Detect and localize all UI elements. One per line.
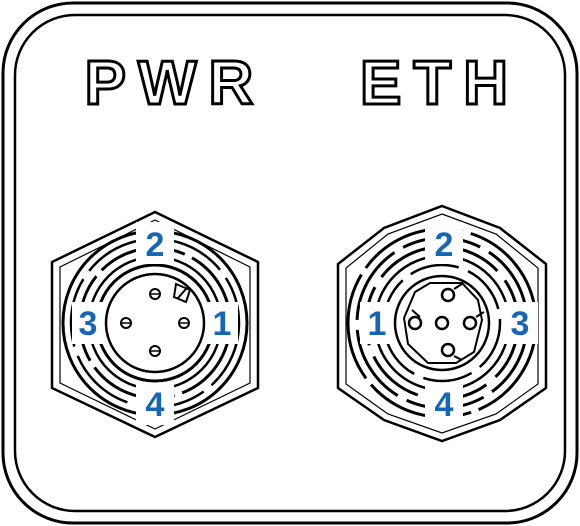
pwr-pin-label-top: 2 (146, 226, 165, 264)
pwr-label: PWR (85, 49, 266, 118)
pwr-pin-label-left: 3 (79, 305, 98, 343)
pwr-pin-label-right: 1 (213, 305, 232, 343)
eth-label: ETH (360, 49, 520, 118)
eth-pin-4 (440, 342, 456, 358)
eth-pin-2 (440, 287, 456, 303)
pwr-connector: 2 1 4 3 (50, 210, 260, 439)
eth-pin-label-right: 3 (511, 305, 530, 343)
eth-pin-1 (407, 315, 423, 331)
eth-connector: 2 3 4 1 (336, 204, 548, 443)
eth-pin-center (434, 315, 450, 331)
eth-pin-label-top: 2 (435, 226, 454, 264)
eth-pin-3 (462, 315, 478, 331)
eth-pin-label-bottom: 4 (435, 386, 454, 424)
pwr-pin-label-bottom: 4 (146, 386, 165, 424)
connector-panel: PWR ETH 2 1 4 3 2 3 4 1 (1, 1, 579, 525)
eth-pin-label-left: 1 (368, 305, 387, 343)
